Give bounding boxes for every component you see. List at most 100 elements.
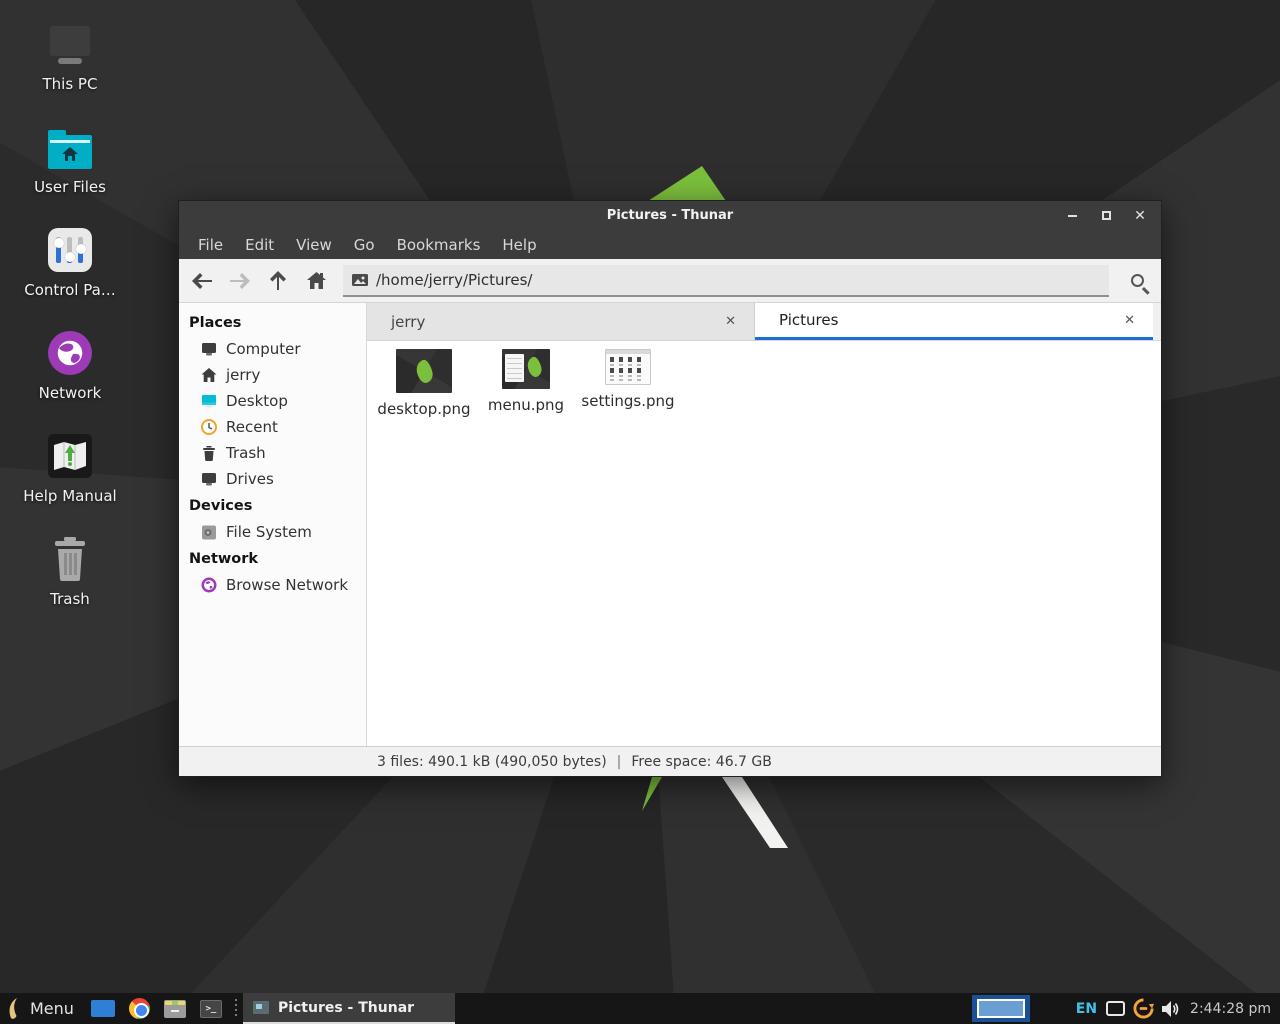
window-titlebar[interactable]: Pictures - Thunar ✕ [179,201,1161,230]
volume-icon[interactable] [1162,1001,1180,1017]
sidebar-item-trash[interactable]: Trash [179,440,366,466]
thunar-pictures-icon [253,1001,269,1014]
file-desktop-png[interactable]: desktop.png [373,349,475,418]
menu-bookmarks[interactable]: Bookmarks [386,230,492,259]
sidebar-item-drives[interactable]: Drives [179,466,366,492]
sidebar-item-label: Trash [226,444,266,462]
tab-close-icon[interactable]: ✕ [1120,311,1139,330]
minimize-icon [1068,215,1077,217]
desktop-icon-label: Network [39,384,102,402]
panel-separator-handle[interactable] [234,999,238,1019]
sidebar-item-desktop[interactable]: Desktop [179,388,366,414]
sidebar-item-label: Drives [226,470,274,488]
menu-help[interactable]: Help [491,230,547,259]
statusbar-files-summary: 3 files: 490.1 kB (490,050 bytes) [377,754,607,770]
computer-icon [201,342,217,356]
search-button[interactable] [1117,263,1157,299]
show-desktop-icon [91,1000,115,1017]
desktop-icon-label: Control Pa… [24,281,116,299]
taskbar-clock[interactable]: 2:44:28 pm [1190,1001,1271,1017]
applications-menu-button[interactable]: Menu [0,993,84,1024]
tab-bar: jerry ✕ Pictures ✕ [367,303,1161,341]
statusbar: 3 files: 490.1 kB (490,050 bytes) | Free… [179,746,1161,776]
up-icon [270,271,286,290]
desktop-icon-control-panel[interactable]: Control Pa… [10,224,130,299]
file-icon-view[interactable]: desktop.png menu.png [367,341,1161,746]
sidebar-item-label: jerry [226,366,260,384]
path-text: /home/jerry/Pictures/ [376,271,532,289]
workspace-1[interactable] [977,999,1025,1018]
home-icon [307,272,326,289]
file-settings-png[interactable]: settings.png [577,349,679,410]
control-panel-icon [48,224,92,272]
update-notifier-icon[interactable] [1133,998,1154,1019]
desktop-icon-label: Help Manual [23,487,116,505]
taskbar: Menu >_ Pictures - Thunar EN 2:44:28 pm [0,993,1280,1024]
desktop-icon-network[interactable]: Network [10,327,130,402]
taskbar-window-button[interactable]: Pictures - Thunar [243,993,455,1024]
show-desktop-button[interactable] [84,993,122,1024]
sidebar-item-label: Browse Network [226,576,348,594]
sidebar-item-label: Recent [226,418,278,436]
minimize-button[interactable] [1065,209,1079,223]
maximize-icon [1102,211,1111,220]
trash-can-icon [50,533,90,581]
desktop-icon-help-manual[interactable]: Help Manual [10,430,130,505]
tab-label: jerry [391,313,425,331]
browse-network-globe-icon [201,577,217,593]
menu-button-label: Menu [30,999,74,1018]
tab-close-icon[interactable]: ✕ [721,312,740,331]
file-menu-png[interactable]: menu.png [475,349,577,414]
forward-button[interactable] [221,263,259,299]
desktop-png-thumbnail [396,349,452,393]
maximize-button[interactable] [1099,209,1113,223]
back-button[interactable] [183,263,221,299]
keyboard-layout-indicator[interactable]: EN [1076,1001,1097,1017]
file-name: menu.png [488,396,564,414]
sidebar-item-label: File System [226,523,312,541]
window-controls: ✕ [1065,201,1147,230]
desktop-icon-this-pc[interactable]: This PC [10,18,130,93]
distro-logo-icon [8,997,21,1020]
display-tray-icon[interactable] [1106,1001,1125,1016]
trash-icon [201,446,217,461]
sidebar: Places Computer jerry Desktop Recent Tra… [179,303,367,746]
menu-edit[interactable]: Edit [234,230,285,259]
sidebar-header-places: Places [179,309,366,336]
terminal-icon: >_ [200,1000,222,1018]
search-icon [1131,274,1144,287]
sidebar-item-jerry[interactable]: jerry [179,362,366,388]
desktop-icon-label: This PC [43,75,98,93]
home-button[interactable] [297,263,335,299]
network-globe-icon [48,327,92,375]
menu-view[interactable]: View [285,230,343,259]
desktop-icon-trash[interactable]: Trash [10,533,130,608]
chrome-launcher[interactable] [122,993,157,1024]
settings-png-thumbnail [605,349,651,385]
statusbar-free-space: Free space: 46.7 GB [631,754,771,770]
sidebar-item-computer[interactable]: Computer [179,336,366,362]
path-bar[interactable]: /home/jerry/Pictures/ [343,265,1109,297]
tab-pictures[interactable]: Pictures ✕ [755,303,1153,340]
up-button[interactable] [259,263,297,299]
close-button[interactable]: ✕ [1133,209,1147,223]
menu-png-thumbnail [502,349,550,389]
forward-icon [230,273,250,289]
window-title: Pictures - Thunar [607,208,733,223]
sidebar-item-label: Desktop [226,392,288,410]
menu-file[interactable]: File [187,230,234,259]
sidebar-item-file-system[interactable]: File System [179,519,366,545]
menu-go[interactable]: Go [343,230,386,259]
desktop-icon-user-files[interactable]: User Files [10,121,130,196]
tab-label: Pictures [779,311,838,329]
sidebar-header-devices: Devices [179,492,366,519]
file-manager-launcher[interactable] [157,993,193,1024]
workspace-switcher[interactable] [972,995,1030,1022]
file-system-drive-icon [201,525,217,540]
terminal-launcher[interactable]: >_ [193,993,229,1024]
home-icon [201,368,217,382]
sidebar-item-recent[interactable]: Recent [179,414,366,440]
tab-jerry[interactable]: jerry ✕ [367,303,755,340]
sidebar-item-browse-network[interactable]: Browse Network [179,572,366,598]
picture-file-icon [352,274,368,286]
